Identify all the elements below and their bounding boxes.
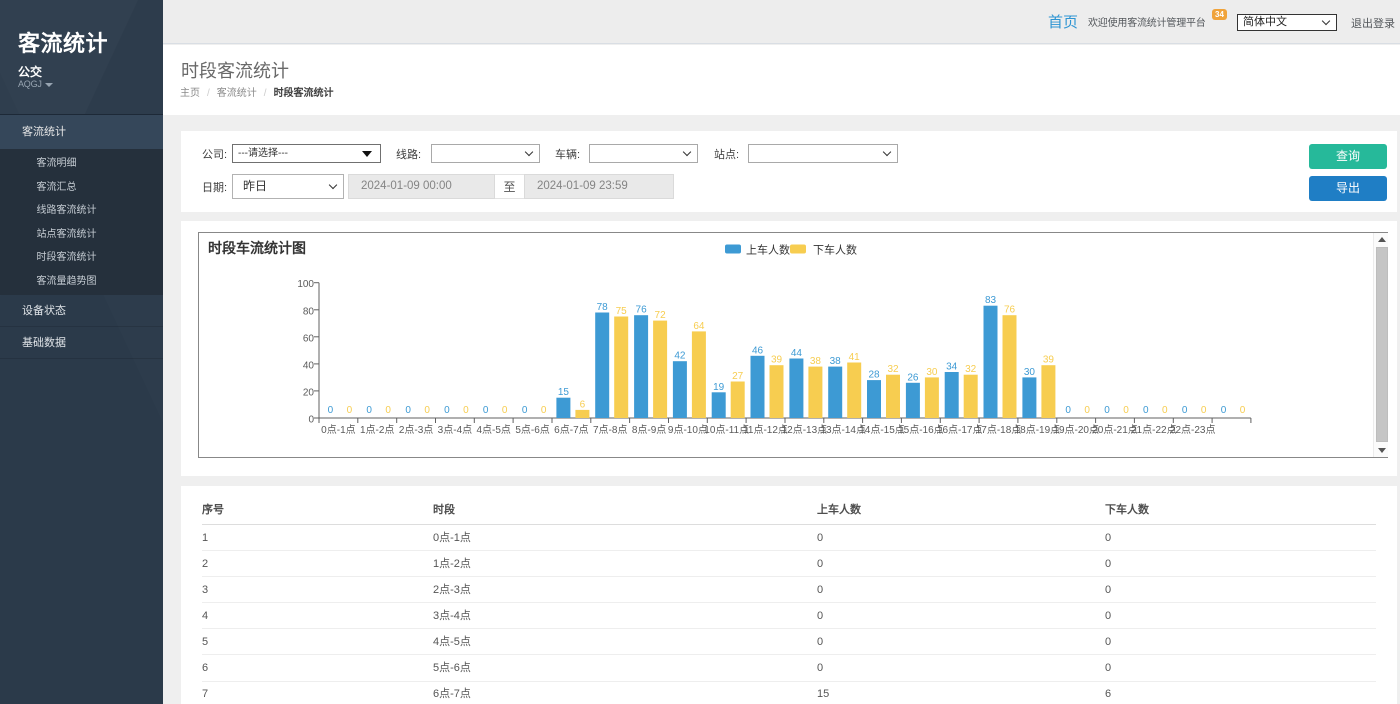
svg-text:3点-4点: 3点-4点 bbox=[438, 424, 472, 436]
svg-text:0: 0 bbox=[463, 405, 469, 416]
svg-text:42: 42 bbox=[674, 351, 686, 362]
svg-text:44: 44 bbox=[791, 348, 803, 359]
svg-text:0: 0 bbox=[385, 405, 391, 416]
svg-text:0: 0 bbox=[405, 405, 411, 416]
svg-text:28: 28 bbox=[868, 370, 880, 381]
svg-text:76: 76 bbox=[636, 305, 648, 316]
svg-text:0: 0 bbox=[502, 405, 508, 416]
svg-text:30: 30 bbox=[926, 367, 938, 378]
svg-text:上车人数: 上车人数 bbox=[746, 243, 790, 257]
svg-text:0: 0 bbox=[522, 405, 528, 416]
svg-text:0: 0 bbox=[1162, 405, 1168, 416]
svg-text:9点-10点: 9点-10点 bbox=[668, 424, 708, 436]
svg-text:0: 0 bbox=[483, 405, 489, 416]
svg-text:100: 100 bbox=[297, 279, 314, 290]
svg-text:0: 0 bbox=[1182, 405, 1188, 416]
svg-text:60: 60 bbox=[303, 333, 315, 344]
svg-text:83: 83 bbox=[985, 295, 997, 306]
svg-text:76: 76 bbox=[1004, 305, 1016, 316]
svg-text:4点-5点: 4点-5点 bbox=[476, 424, 510, 436]
svg-text:27: 27 bbox=[732, 371, 744, 382]
svg-text:80: 80 bbox=[303, 306, 315, 317]
svg-text:6点-7点: 6点-7点 bbox=[554, 424, 588, 436]
svg-text:30: 30 bbox=[1024, 367, 1036, 378]
svg-text:8点-9点: 8点-9点 bbox=[632, 424, 666, 436]
svg-text:0: 0 bbox=[424, 405, 430, 416]
svg-text:38: 38 bbox=[830, 356, 842, 367]
svg-text:19: 19 bbox=[713, 382, 725, 393]
svg-text:41: 41 bbox=[849, 352, 861, 363]
svg-text:32: 32 bbox=[965, 364, 977, 375]
svg-text:0: 0 bbox=[308, 415, 314, 426]
svg-text:0: 0 bbox=[1123, 405, 1129, 416]
svg-text:38: 38 bbox=[810, 356, 822, 367]
svg-text:0: 0 bbox=[1065, 405, 1071, 416]
svg-text:5点-6点: 5点-6点 bbox=[515, 424, 549, 436]
svg-text:时段车流统计图: 时段车流统计图 bbox=[208, 240, 306, 256]
svg-text:0: 0 bbox=[444, 405, 450, 416]
svg-text:40: 40 bbox=[303, 360, 315, 371]
svg-text:20: 20 bbox=[303, 387, 315, 398]
svg-text:0: 0 bbox=[347, 405, 353, 416]
svg-text:34: 34 bbox=[946, 362, 958, 373]
svg-text:72: 72 bbox=[655, 310, 667, 321]
svg-text:0: 0 bbox=[1143, 405, 1149, 416]
svg-text:22点-23点: 22点-23点 bbox=[1170, 424, 1216, 436]
svg-text:0: 0 bbox=[328, 405, 334, 416]
svg-text:15: 15 bbox=[558, 387, 570, 398]
svg-text:78: 78 bbox=[597, 302, 609, 313]
svg-text:26: 26 bbox=[907, 372, 919, 383]
svg-text:46: 46 bbox=[752, 345, 764, 356]
svg-text:0: 0 bbox=[541, 405, 547, 416]
svg-text:0: 0 bbox=[1240, 405, 1246, 416]
svg-text:0: 0 bbox=[366, 405, 372, 416]
svg-text:0: 0 bbox=[1104, 405, 1110, 416]
svg-text:0点-1点: 0点-1点 bbox=[321, 424, 355, 436]
svg-text:39: 39 bbox=[1043, 355, 1055, 366]
svg-text:0: 0 bbox=[1221, 405, 1227, 416]
svg-text:下车人数: 下车人数 bbox=[813, 243, 857, 257]
svg-text:1点-2点: 1点-2点 bbox=[360, 424, 394, 436]
svg-text:0: 0 bbox=[1084, 405, 1090, 416]
svg-text:32: 32 bbox=[887, 364, 899, 375]
svg-text:2点-3点: 2点-3点 bbox=[399, 424, 433, 436]
svg-text:0: 0 bbox=[1201, 405, 1207, 416]
svg-text:64: 64 bbox=[693, 321, 705, 332]
svg-text:75: 75 bbox=[616, 306, 628, 317]
svg-text:7点-8点: 7点-8点 bbox=[593, 424, 627, 436]
svg-text:6: 6 bbox=[580, 399, 586, 410]
svg-text:39: 39 bbox=[771, 355, 783, 366]
